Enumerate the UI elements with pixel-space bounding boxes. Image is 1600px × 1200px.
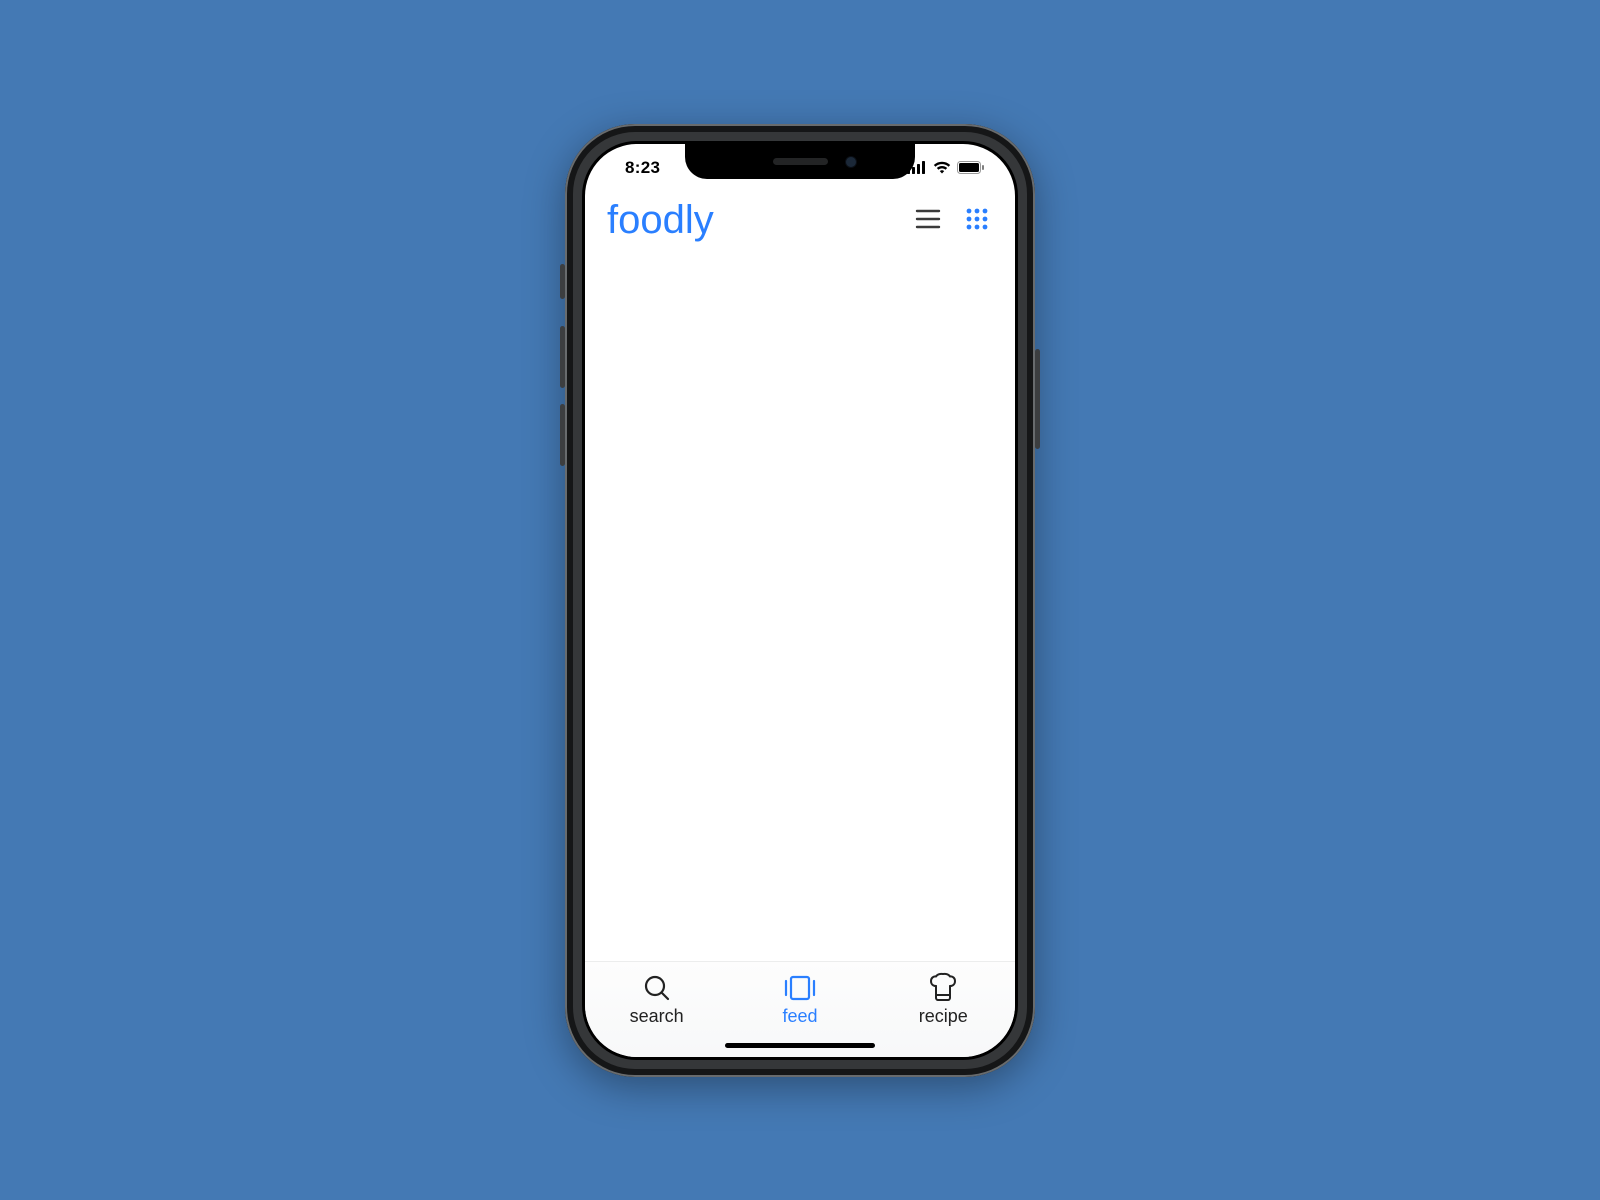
power-button — [1035, 349, 1040, 449]
grid-icon — [965, 219, 989, 234]
list-icon — [915, 218, 941, 233]
app-header: foodly — [585, 192, 1015, 251]
tab-search[interactable]: search — [585, 972, 728, 1027]
speaker-grille — [773, 158, 828, 165]
home-indicator[interactable] — [725, 1043, 875, 1048]
battery-icon — [957, 161, 985, 174]
silent-switch — [560, 264, 565, 299]
main-content — [585, 251, 1015, 961]
status-time: 8:23 — [609, 158, 660, 178]
notch — [685, 144, 915, 179]
tab-feed[interactable]: feed — [728, 972, 871, 1027]
feed-icon — [783, 972, 817, 1004]
screen: 8:23 — [585, 144, 1015, 1057]
grid-view-button[interactable] — [961, 203, 993, 238]
app-title: foodly — [607, 198, 714, 243]
volume-up-button — [560, 326, 565, 388]
tab-label: recipe — [919, 1006, 968, 1027]
list-view-button[interactable] — [911, 204, 945, 237]
tab-recipe[interactable]: recipe — [872, 972, 1015, 1027]
phone-frame: 8:23 — [565, 124, 1035, 1077]
wifi-icon — [933, 161, 951, 174]
search-icon — [641, 972, 673, 1004]
volume-down-button — [560, 404, 565, 466]
recipe-icon — [927, 972, 959, 1004]
front-camera — [845, 156, 857, 168]
tab-label: search — [630, 1006, 684, 1027]
tab-label: feed — [782, 1006, 817, 1027]
